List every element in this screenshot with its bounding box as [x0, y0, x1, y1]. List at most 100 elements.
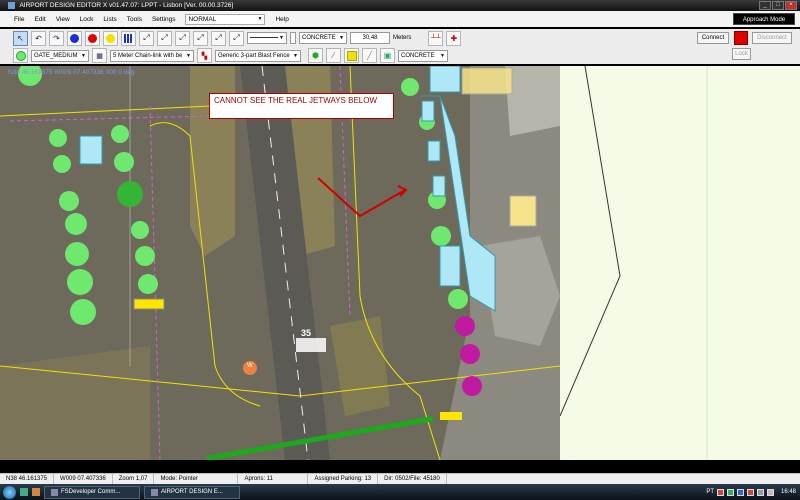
ground-vehicle-area	[440, 412, 462, 420]
diagonal-line-icon: ╱	[367, 51, 372, 60]
polygon-tool[interactable]: ⬢	[308, 48, 323, 63]
gate-type-select[interactable]: GATE_MEDIUM ▼	[31, 49, 89, 62]
boundary-line	[559, 65, 621, 417]
scenery-lines	[559, 65, 708, 460]
blast-fence-tool[interactable]: ▚	[197, 48, 212, 63]
wand-tool[interactable]: ⁄	[326, 48, 341, 63]
apron-tool[interactable]: ▣	[380, 48, 395, 63]
gate-icon	[15, 50, 26, 61]
status-longitude: W009 07.407336	[54, 473, 113, 485]
scenery-area[interactable]	[559, 65, 800, 460]
ruler-tool[interactable]: ┴┴	[428, 30, 444, 46]
volume-icon[interactable]	[766, 488, 774, 496]
tray-icon[interactable]	[726, 488, 734, 496]
jetway	[79, 135, 103, 165]
lock-button[interactable]: Lock	[732, 48, 751, 60]
undo-icon[interactable]: ↶	[31, 30, 46, 46]
link-line-icon: ⤢	[197, 33, 204, 42]
tray-icon[interactable]	[716, 488, 724, 496]
map-drawing	[0, 66, 560, 460]
link-tool-4[interactable]: ⤢	[193, 30, 208, 46]
redo-icon[interactable]: ↷	[49, 30, 64, 46]
maximize-button[interactable]: □	[772, 1, 784, 10]
tray-icon[interactable]	[736, 488, 744, 496]
red-node-tool[interactable]	[85, 30, 100, 46]
app-icon	[8, 1, 15, 9]
menu-lists[interactable]: Lists	[103, 16, 116, 23]
surface-select[interactable]: CONCRETE ▼	[299, 32, 347, 44]
parking-spot	[135, 246, 155, 266]
start-button[interactable]	[3, 485, 16, 499]
annotation-note: CANNOT SEE THE REAL JETWAYS BELOW	[209, 93, 394, 119]
quicklaunch-icon[interactable]	[32, 488, 40, 496]
link-tool-1[interactable]: ⤢	[139, 30, 154, 46]
fence-type-select[interactable]: 5 Meter Chain-link with be ▼	[110, 49, 194, 62]
status-parking: Assigned Parking: 13	[308, 473, 379, 485]
airport-map-canvas[interactable]: N38 46.161375 W009 07.407336 000 0 deg 3…	[0, 66, 560, 460]
pointer-tool-icon[interactable]: ↖	[13, 30, 28, 46]
jetway	[439, 245, 461, 287]
connect-button[interactable]: Connect	[697, 32, 729, 44]
tray-icon[interactable]	[746, 488, 754, 496]
taskbar-item-fsdeveloper[interactable]: FSDeveloper Comm...	[44, 485, 140, 499]
language-indicator[interactable]: PT	[706, 489, 714, 495]
quicklaunch-icon[interactable]	[20, 488, 28, 496]
apron-surface-select[interactable]: CONCRETE ▼	[398, 49, 448, 62]
parking-spot-selected	[117, 181, 143, 207]
parking-spot	[59, 191, 79, 211]
minimize-button[interactable]: _	[759, 1, 771, 10]
mode-select[interactable]: NORMAL ▼	[185, 13, 266, 25]
parking-spot	[138, 274, 158, 294]
runway-number: 35	[301, 328, 312, 338]
yellow-node-tool[interactable]	[103, 30, 118, 46]
link-line-icon: ⤢	[143, 33, 150, 42]
blue-node-tool[interactable]	[67, 30, 82, 46]
network-icon[interactable]	[756, 488, 764, 496]
yellow-area-tool[interactable]	[344, 48, 359, 63]
link-line-icon: ⤢	[233, 33, 240, 42]
approach-mode-button[interactable]: Approach Mode	[733, 13, 795, 25]
link-line-icon: ⤢	[179, 33, 186, 42]
parking-spot-magenta	[455, 316, 475, 336]
menu-help[interactable]: Help	[275, 16, 288, 23]
close-button[interactable]: ×	[785, 1, 797, 10]
parking-spot-magenta	[462, 376, 482, 396]
grass-area	[0, 346, 150, 460]
mode-select-value: NORMAL	[188, 15, 217, 23]
blast-fence-select[interactable]: Generic 3-part Blast Fence ▼	[215, 49, 301, 62]
parking-spot	[448, 289, 468, 309]
disconnect-button[interactable]: Disconnect	[752, 32, 792, 44]
line-style-arrow[interactable]	[290, 32, 296, 44]
menu-view[interactable]: View	[56, 16, 70, 23]
chevron-down-icon: ▼	[339, 35, 344, 41]
taskbar-item-label: AIRPORT DESIGN E...	[161, 488, 223, 495]
width-input[interactable]: 30,48	[350, 32, 390, 44]
status-bar: N38 46.161375 W009 07.407336 Zoom 1,07 M…	[0, 473, 800, 485]
taskbar-item-ade[interactable]: AIRPORT DESIGN E...	[144, 485, 240, 499]
status-aprons: Aprons: 11	[238, 473, 309, 485]
clock[interactable]: 16:48	[781, 489, 796, 495]
fence-tool[interactable]: ▦	[92, 48, 107, 63]
menu-lock[interactable]: Lock	[80, 16, 94, 23]
toolbar-draw: ↖ ↶ ↷ ⤢ ⤢ ⤢ ⤢ ⤢ ⤢ ▼ CONCRETE ▼ 30,48 Met…	[0, 29, 800, 47]
menu-file[interactable]: File	[14, 16, 24, 23]
terminal-building	[505, 66, 560, 136]
chevron-down-icon: ▼	[279, 35, 284, 41]
menu-tools[interactable]: Tools	[127, 16, 142, 23]
link-tool-6[interactable]: ⤢	[229, 30, 244, 46]
menu-edit[interactable]: Edit	[34, 16, 45, 23]
ground-vehicle-area	[133, 298, 165, 310]
crosshair-tool[interactable]: ✚	[446, 30, 462, 46]
windsock-label: W	[247, 363, 253, 369]
toolbar-objects: GATE_MEDIUM ▼ ▦ 5 Meter Chain-link with …	[0, 47, 800, 64]
gate-tool[interactable]	[13, 48, 28, 63]
menu-settings[interactable]: Settings	[152, 16, 176, 23]
line-tool[interactable]: ╱	[362, 48, 377, 63]
surface-select-value: CONCRETE	[302, 35, 336, 41]
link-tool-5[interactable]: ⤢	[211, 30, 226, 46]
line-style-select[interactable]: ▼	[247, 32, 287, 44]
grid-tool[interactable]	[121, 30, 136, 46]
link-tool-2[interactable]: ⤢	[157, 30, 172, 46]
width-unit-label: Meters	[393, 35, 412, 41]
link-tool-3[interactable]: ⤢	[175, 30, 190, 46]
